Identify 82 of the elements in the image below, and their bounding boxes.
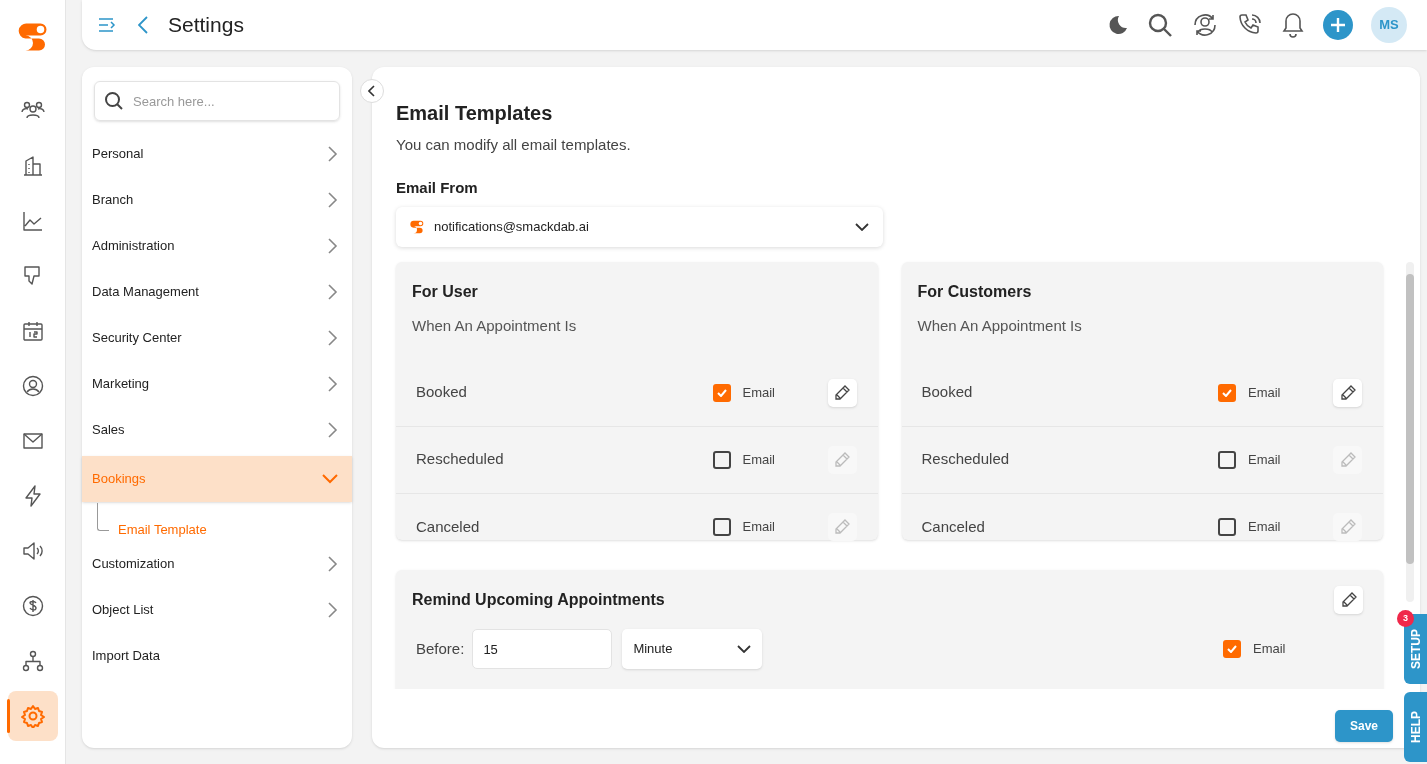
checkbox[interactable] [712, 518, 731, 536]
checkbox[interactable] [1218, 450, 1236, 469]
menu-item[interactable]: Data Management [82, 269, 352, 315]
menu-item[interactable]: Customization [82, 541, 352, 587]
search-icon[interactable] [1147, 12, 1173, 38]
search-field[interactable]: Search here... [94, 81, 340, 121]
checkbox-label: Email [742, 518, 776, 537]
chevron-down-icon [855, 223, 869, 231]
pencil-icon [1339, 384, 1356, 401]
pencil-icon [1339, 451, 1356, 468]
edit-button[interactable] [1333, 378, 1362, 407]
checkbox-label: Email [742, 383, 776, 402]
unit-dropdown[interactable]: Minute [622, 629, 763, 669]
menu-item[interactable]: Marketing [82, 361, 352, 407]
logo[interactable] [17, 22, 48, 52]
dollar-icon [20, 594, 45, 618]
checkbox[interactable] [1218, 383, 1236, 402]
search-icon [104, 91, 124, 111]
speaker-icon [20, 539, 45, 563]
nav-gear-button[interactable] [7, 691, 58, 741]
page-title: Settings [168, 12, 244, 39]
section-title: Email Templates [396, 101, 554, 126]
pencil-icon [834, 384, 850, 401]
event-label: Canceled [921, 516, 986, 537]
collapse-button[interactable] [360, 79, 384, 103]
section-subtitle: You can modify all email templates. [396, 135, 632, 155]
card-title: For Customers [916, 282, 1033, 302]
event-label: Rescheduled [921, 449, 1011, 470]
checkbox[interactable] [1218, 518, 1236, 536]
check-icon [1222, 388, 1232, 397]
hierarchy-icon [20, 649, 45, 673]
tree-connector-line [97, 503, 109, 531]
menu-item[interactable]: Security Center [82, 315, 352, 361]
plus-icon [1330, 17, 1346, 33]
edit-button[interactable] [827, 378, 857, 407]
menu-item[interactable]: Sales [82, 407, 352, 453]
check-icon [716, 388, 727, 397]
chevron-left-icon [368, 85, 376, 97]
bell-icon[interactable] [1281, 12, 1305, 38]
menu-icon[interactable] [98, 17, 116, 33]
event-label: Booked [921, 382, 974, 403]
pencil-icon [1339, 519, 1356, 535]
checkbox-label: Email [742, 450, 776, 469]
scrollbar[interactable] [1406, 262, 1414, 602]
menu-item[interactable]: Branch [82, 177, 352, 223]
checkbox[interactable] [1223, 640, 1241, 658]
card-title: For User [411, 282, 479, 302]
user-sync-icon[interactable] [1191, 12, 1219, 38]
check-icon [1227, 645, 1237, 653]
email-from-dropdown[interactable]: notifications@smackdab.ai [396, 207, 883, 247]
menu-item[interactable]: Personal [82, 131, 352, 177]
dropdown-value: notifications@smackdab.ai [434, 218, 590, 237]
pencil-icon [1340, 592, 1357, 608]
menu-item[interactable]: Administration [82, 223, 352, 269]
card-title: Remind Upcoming Appointments [412, 590, 665, 610]
checkbox-label: Email [1248, 518, 1282, 537]
checkbox[interactable] [712, 450, 731, 469]
menu-item[interactable]: Import Data [82, 633, 352, 679]
chevron-down-icon [737, 645, 752, 653]
line-chart-icon [20, 209, 45, 233]
logo-icon [410, 220, 424, 234]
user-circle-icon [20, 374, 45, 398]
event-label: Canceled [416, 516, 481, 537]
checkbox-label: Email [1253, 640, 1287, 659]
checkbox-label: Email [1248, 450, 1282, 469]
field-label: Before: [416, 638, 465, 659]
event-label: Booked [416, 382, 468, 403]
checkbox[interactable] [712, 383, 731, 402]
pencil-icon [834, 451, 850, 468]
event-label: Rescheduled [416, 449, 505, 470]
pencil-icon [834, 519, 850, 535]
card-subtitle: When An Appointment Is [411, 316, 578, 336]
add-button[interactable] [1323, 10, 1353, 40]
minutes-input[interactable]: 15 [472, 629, 613, 669]
gear-icon [20, 704, 45, 728]
field-label: Email From [396, 177, 479, 198]
card-subtitle: When An Appointment Is [916, 316, 1083, 336]
back-icon[interactable] [138, 16, 148, 34]
edit-button[interactable] [1334, 586, 1363, 614]
menu-item[interactable]: Object List [82, 587, 352, 633]
calendar-icon [20, 319, 45, 343]
checkbox-label: Email [1248, 383, 1282, 402]
